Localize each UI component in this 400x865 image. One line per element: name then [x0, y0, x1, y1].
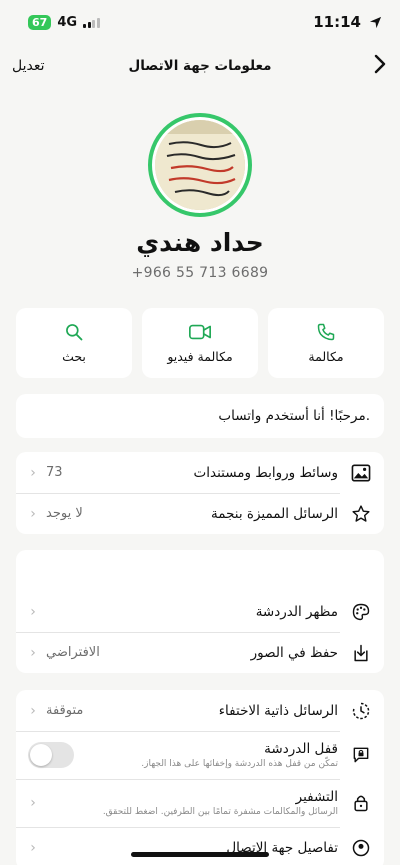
location-icon [369, 16, 382, 28]
star-icon [350, 503, 372, 525]
contact-icon [350, 837, 372, 859]
media-section: وسائط وروابط ومستندات 73 ‹ الرسائل الممي… [16, 452, 384, 534]
encryption-description: الرسائل والمكالمات مشفرة تمامًا بين الطر… [102, 807, 338, 817]
download-icon [350, 642, 372, 664]
video-call-button[interactable]: مكالمة فيديو [142, 308, 258, 378]
privacy-section: الرسائل ذاتية الاختفاء متوقفة ‹ قفل الدر… [16, 690, 384, 865]
video-icon [189, 324, 211, 340]
contact-name: حداد هندي [136, 228, 264, 257]
edit-button[interactable]: تعديل [12, 58, 45, 74]
starred-messages-row[interactable]: الرسائل المميزة بنجمة لا يوجد ‹ [16, 493, 384, 534]
chat-lock-description: تمكّن من قفل هذه الدردشة وإخفائها على هذ… [141, 759, 338, 769]
chat-lock-icon [350, 744, 372, 766]
video-call-button-label: مكالمة فيديو [167, 349, 233, 364]
action-buttons: مكالمة مكالمة فيديو بحث [16, 308, 384, 378]
disappearing-value: متوقفة [46, 703, 84, 718]
disappearing-label: الرسائل ذاتية الاختفاء [218, 702, 338, 719]
encryption-label: التشفير [295, 789, 338, 805]
chat-theme-row[interactable]: مظهر الدردشة ‹ [16, 591, 384, 632]
chat-lock-label: قفل الدردشة [264, 741, 338, 757]
lock-icon [350, 792, 372, 814]
empty-row [16, 550, 384, 591]
battery-percent: 67 [32, 15, 48, 29]
network-label: 4G [57, 14, 78, 30]
chevron-left-icon: ‹ [30, 464, 36, 481]
call-button[interactable]: مكالمة [268, 308, 384, 378]
chevron-left-icon: ‹ [30, 644, 36, 661]
save-to-photos-label: حفظ في الصور [250, 644, 338, 661]
chevron-right-icon [374, 54, 386, 74]
status-left: 67 4G [28, 14, 100, 30]
chevron-left-icon: ‹ [30, 795, 36, 811]
timer-icon [350, 700, 372, 722]
chevron-left-icon: ‹ [30, 505, 36, 522]
palette-icon [350, 601, 372, 623]
time-label: 11:14 [313, 13, 361, 31]
page-title: معلومات جهة الاتصال [128, 58, 272, 74]
chat-theme-label: مظهر الدردشة [255, 603, 338, 620]
disappearing-messages-row[interactable]: الرسائل ذاتية الاختفاء متوقفة ‹ [16, 690, 384, 731]
phone-icon [317, 323, 335, 341]
chevron-left-icon: ‹ [30, 702, 36, 719]
media-count: 73 [46, 465, 63, 480]
avatar-image [155, 120, 245, 210]
encryption-row[interactable]: التشفير الرسائل والمكالمات مشفرة تمامًا … [16, 779, 384, 827]
avatar [155, 120, 245, 210]
media-label: وسائط وروابط ومستندات [193, 464, 338, 481]
search-icon [66, 324, 83, 341]
image-icon [350, 462, 372, 484]
status-bar: 67 4G 11:14 [0, 0, 400, 44]
search-button[interactable]: بحث [16, 308, 132, 378]
chevron-left-icon: ‹ [30, 839, 36, 856]
call-button-label: مكالمة [308, 349, 344, 364]
search-button-label: بحث [62, 349, 86, 364]
contact-details-row[interactable]: تفاصيل جهة الاتصال ‹ [16, 827, 384, 865]
signal-icon [83, 17, 100, 28]
media-links-docs-row[interactable]: وسائط وروابط ومستندات 73 ‹ [16, 452, 384, 493]
chat-lock-row: قفل الدردشة تمكّن من قفل هذه الدردشة وإخ… [16, 731, 384, 779]
chevron-left-icon: ‹ [30, 603, 36, 620]
avatar-ring[interactable] [148, 113, 252, 217]
contact-phone[interactable]: +966 55 713 6689 [0, 265, 400, 281]
chat-settings-section: مظهر الدردشة ‹ حفظ في الصور الافتراضي ‹ [16, 550, 384, 673]
chat-lock-toggle[interactable] [28, 742, 74, 768]
about-card: مرحبًا! أنا أستخدم واتساب. [16, 394, 384, 438]
save-to-photos-value: الافتراضي [46, 645, 100, 660]
starred-value: لا يوجد [46, 506, 83, 521]
back-button[interactable] [374, 54, 386, 78]
about-text: مرحبًا! أنا أستخدم واتساب. [218, 408, 370, 424]
starred-label: الرسائل المميزة بنجمة [211, 505, 338, 522]
home-indicator [131, 852, 269, 857]
save-to-photos-row[interactable]: حفظ في الصور الافتراضي ‹ [16, 632, 384, 673]
battery-indicator: 67 [28, 14, 52, 30]
nav-bar: تعديل معلومات جهة الاتصال [0, 48, 400, 84]
status-right: 11:14 [313, 13, 382, 31]
